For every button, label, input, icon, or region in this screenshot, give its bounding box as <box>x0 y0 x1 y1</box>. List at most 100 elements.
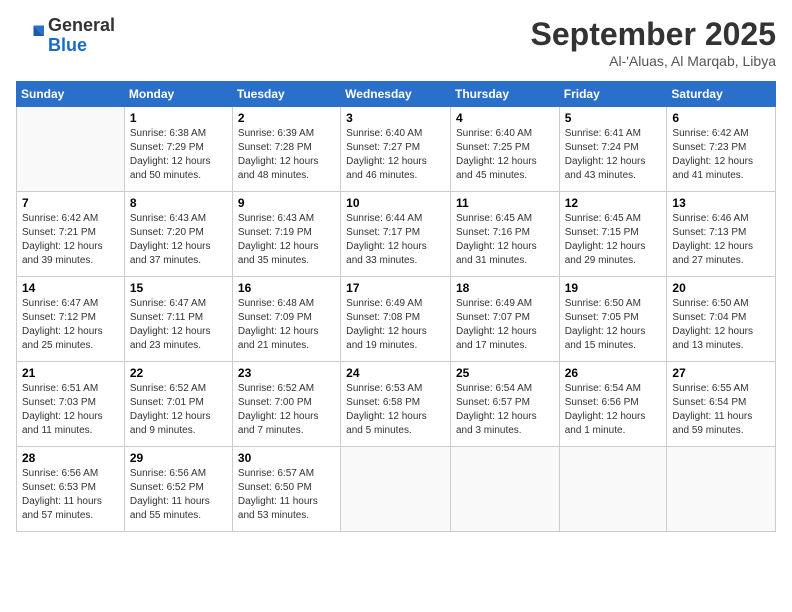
calendar-cell: 8Sunrise: 6:43 AM Sunset: 7:20 PM Daylig… <box>124 192 232 277</box>
logo-text: General Blue <box>48 16 115 56</box>
day-info: Sunrise: 6:50 AM Sunset: 7:05 PM Dayligh… <box>565 297 662 353</box>
day-info: Sunrise: 6:42 AM Sunset: 7:23 PM Dayligh… <box>672 127 770 183</box>
day-number: 3 <box>346 111 445 125</box>
day-info: Sunrise: 6:52 AM Sunset: 7:00 PM Dayligh… <box>238 382 335 438</box>
day-number: 2 <box>238 111 335 125</box>
day-number: 7 <box>22 196 119 210</box>
calendar-cell: 23 Sunrise: 6:52 AM Sunset: 7:00 PM Dayli… <box>232 362 340 447</box>
calendar-cell: 25 Sunrise: 6:54 AM Sunset: 6:57 PM Dayli… <box>450 362 559 447</box>
day-info: Sunrise: 6:47 AM Sunset: 7:12 PM Dayligh… <box>22 297 119 353</box>
day-number: 11 <box>456 196 554 210</box>
calendar-cell: 16 Sunrise: 6:48 AM Sunset: 7:09 PM Dayli… <box>232 277 340 362</box>
calendar-cell <box>17 107 125 192</box>
day-number: 28 <box>22 451 119 465</box>
calendar-cell: 30 Sunrise: 6:57 AM Sunset: 6:50 PM Dayli… <box>232 447 340 532</box>
day-header-thursday: Thursday <box>450 82 559 107</box>
calendar-cell: 21 Sunrise: 6:51 AM Sunset: 7:03 PM Dayli… <box>17 362 125 447</box>
day-info: Sunrise: 6:48 AM Sunset: 7:09 PM Dayligh… <box>238 297 335 353</box>
calendar-cell <box>341 447 451 532</box>
day-header-tuesday: Tuesday <box>232 82 340 107</box>
day-info: Sunrise: 6:49 AM Sunset: 7:07 PM Dayligh… <box>456 297 554 353</box>
day-number: 25 <box>456 366 554 380</box>
day-number: 14 <box>22 281 119 295</box>
day-info: Sunrise: 6:43 AM Sunset: 7:20 PM Dayligh… <box>130 212 227 268</box>
day-info: Sunrise: 6:44 AM Sunset: 7:17 PM Dayligh… <box>346 212 445 268</box>
day-header-friday: Friday <box>559 82 667 107</box>
calendar-cell: 19 Sunrise: 6:50 AM Sunset: 7:05 PM Dayli… <box>559 277 667 362</box>
calendar-cell: 24 Sunrise: 6:53 AM Sunset: 6:58 PM Dayli… <box>341 362 451 447</box>
calendar-cell: 17 Sunrise: 6:49 AM Sunset: 7:08 PM Dayli… <box>341 277 451 362</box>
calendar-cell: 2 Sunrise: 6:39 AM Sunset: 7:28 PM Daylig… <box>232 107 340 192</box>
day-number: 17 <box>346 281 445 295</box>
day-number: 23 <box>238 366 335 380</box>
day-number: 24 <box>346 366 445 380</box>
week-row-5: 28 Sunrise: 6:56 AM Sunset: 6:53 PM Dayli… <box>17 447 776 532</box>
day-number: 27 <box>672 366 770 380</box>
calendar-cell: 10 Sunrise: 6:44 AM Sunset: 7:17 PM Dayli… <box>341 192 451 277</box>
day-number: 5 <box>565 111 662 125</box>
week-row-4: 21 Sunrise: 6:51 AM Sunset: 7:03 PM Dayli… <box>17 362 776 447</box>
calendar-cell: 15Sunrise: 6:47 AM Sunset: 7:11 PM Dayli… <box>124 277 232 362</box>
calendar-cell: 1 Sunrise: 6:38 AM Sunset: 7:29 PM Daylig… <box>124 107 232 192</box>
week-row-1: 1 Sunrise: 6:38 AM Sunset: 7:29 PM Daylig… <box>17 107 776 192</box>
day-number: 10 <box>346 196 445 210</box>
calendar-cell <box>667 447 776 532</box>
day-number: 16 <box>238 281 335 295</box>
calendar-cell: 6Sunrise: 6:42 AM Sunset: 7:23 PM Daylig… <box>667 107 776 192</box>
calendar-cell: 27 Sunrise: 6:55 AM Sunset: 6:54 PM Dayli… <box>667 362 776 447</box>
day-header-monday: Monday <box>124 82 232 107</box>
day-number: 30 <box>238 451 335 465</box>
day-info: Sunrise: 6:52 AM Sunset: 7:01 PM Dayligh… <box>130 382 227 438</box>
calendar-cell: 11 Sunrise: 6:45 AM Sunset: 7:16 PM Dayli… <box>450 192 559 277</box>
day-number: 20 <box>672 281 770 295</box>
day-info: Sunrise: 6:56 AM Sunset: 6:52 PM Dayligh… <box>130 467 227 523</box>
day-number: 9 <box>238 196 335 210</box>
day-number: 18 <box>456 281 554 295</box>
calendar-cell: 3 Sunrise: 6:40 AM Sunset: 7:27 PM Daylig… <box>341 107 451 192</box>
calendar-cell: 28 Sunrise: 6:56 AM Sunset: 6:53 PM Dayli… <box>17 447 125 532</box>
day-info: Sunrise: 6:55 AM Sunset: 6:54 PM Dayligh… <box>672 382 770 438</box>
calendar-cell: 13Sunrise: 6:46 AM Sunset: 7:13 PM Dayli… <box>667 192 776 277</box>
day-number: 21 <box>22 366 119 380</box>
day-info: Sunrise: 6:54 AM Sunset: 6:57 PM Dayligh… <box>456 382 554 438</box>
calendar-cell: 20Sunrise: 6:50 AM Sunset: 7:04 PM Dayli… <box>667 277 776 362</box>
month-title: September 2025 <box>531 16 776 53</box>
day-info: Sunrise: 6:57 AM Sunset: 6:50 PM Dayligh… <box>238 467 335 523</box>
calendar-header-row: SundayMondayTuesdayWednesdayThursdayFrid… <box>17 82 776 107</box>
day-info: Sunrise: 6:45 AM Sunset: 7:16 PM Dayligh… <box>456 212 554 268</box>
day-info: Sunrise: 6:51 AM Sunset: 7:03 PM Dayligh… <box>22 382 119 438</box>
calendar-cell <box>559 447 667 532</box>
day-info: Sunrise: 6:41 AM Sunset: 7:24 PM Dayligh… <box>565 127 662 183</box>
day-number: 26 <box>565 366 662 380</box>
calendar-cell: 4Sunrise: 6:40 AM Sunset: 7:25 PM Daylig… <box>450 107 559 192</box>
day-header-sunday: Sunday <box>17 82 125 107</box>
calendar-cell: 26Sunrise: 6:54 AM Sunset: 6:56 PM Dayli… <box>559 362 667 447</box>
calendar-cell: 18 Sunrise: 6:49 AM Sunset: 7:07 PM Dayli… <box>450 277 559 362</box>
day-info: Sunrise: 6:49 AM Sunset: 7:08 PM Dayligh… <box>346 297 445 353</box>
day-info: Sunrise: 6:38 AM Sunset: 7:29 PM Dayligh… <box>130 127 227 183</box>
day-info: Sunrise: 6:43 AM Sunset: 7:19 PM Dayligh… <box>238 212 335 268</box>
week-row-2: 7Sunrise: 6:42 AM Sunset: 7:21 PM Daylig… <box>17 192 776 277</box>
day-number: 15 <box>130 281 227 295</box>
day-info: Sunrise: 6:56 AM Sunset: 6:53 PM Dayligh… <box>22 467 119 523</box>
title-block: September 2025 Al-'Aluas, Al Marqab, Lib… <box>531 16 776 69</box>
calendar-table: SundayMondayTuesdayWednesdayThursdayFrid… <box>16 81 776 532</box>
day-info: Sunrise: 6:46 AM Sunset: 7:13 PM Dayligh… <box>672 212 770 268</box>
logo-blue: Blue <box>48 36 115 56</box>
day-number: 19 <box>565 281 662 295</box>
calendar-cell: 5 Sunrise: 6:41 AM Sunset: 7:24 PM Daylig… <box>559 107 667 192</box>
week-row-3: 14 Sunrise: 6:47 AM Sunset: 7:12 PM Dayli… <box>17 277 776 362</box>
calendar-cell: 9 Sunrise: 6:43 AM Sunset: 7:19 PM Daylig… <box>232 192 340 277</box>
calendar-cell: 29 Sunrise: 6:56 AM Sunset: 6:52 PM Dayli… <box>124 447 232 532</box>
day-number: 29 <box>130 451 227 465</box>
day-number: 12 <box>565 196 662 210</box>
day-info: Sunrise: 6:40 AM Sunset: 7:27 PM Dayligh… <box>346 127 445 183</box>
day-info: Sunrise: 6:53 AM Sunset: 6:58 PM Dayligh… <box>346 382 445 438</box>
calendar-cell: 12 Sunrise: 6:45 AM Sunset: 7:15 PM Dayli… <box>559 192 667 277</box>
calendar-cell <box>450 447 559 532</box>
day-info: Sunrise: 6:45 AM Sunset: 7:15 PM Dayligh… <box>565 212 662 268</box>
day-number: 1 <box>130 111 227 125</box>
day-header-wednesday: Wednesday <box>341 82 451 107</box>
day-info: Sunrise: 6:39 AM Sunset: 7:28 PM Dayligh… <box>238 127 335 183</box>
location-subtitle: Al-'Aluas, Al Marqab, Libya <box>531 53 776 69</box>
